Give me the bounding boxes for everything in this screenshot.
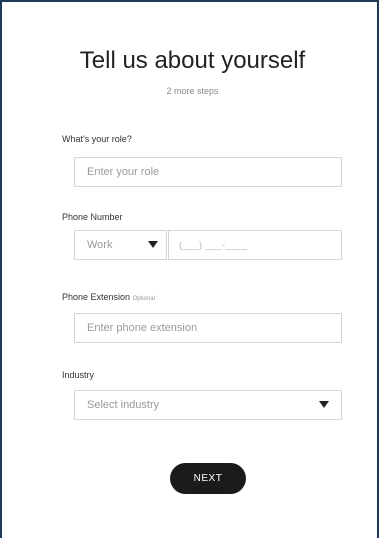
phone-number-input[interactable]: (___) ___-____ — [168, 230, 342, 260]
page-frame: Tell us about yourself 2 more steps What… — [0, 0, 379, 538]
page-title: Tell us about yourself — [79, 47, 306, 74]
phone-number-label: Phone Number — [62, 212, 123, 222]
phone-extension-label: Phone Extension Optional — [62, 292, 155, 302]
industry-value: Select industry — [87, 399, 160, 411]
phone-extension-input[interactable]: Enter phone extension — [74, 313, 342, 343]
role-input[interactable]: Enter your role — [74, 157, 342, 187]
phone-type-select[interactable]: Work — [74, 230, 167, 260]
phone-type-value: Work — [87, 239, 113, 251]
industry-select[interactable]: Select industry — [74, 390, 342, 420]
next-button[interactable]: NEXT — [170, 463, 246, 494]
industry-label: Industry — [62, 370, 95, 380]
phone-extension-label-text: Phone Extension — [62, 292, 131, 302]
steps-remaining: 2 more steps — [166, 86, 219, 96]
optional-tag: Optional — [132, 296, 155, 302]
caret-down-icon — [319, 401, 329, 408]
role-label: What's your role? — [62, 134, 132, 144]
caret-down-icon — [148, 241, 158, 248]
